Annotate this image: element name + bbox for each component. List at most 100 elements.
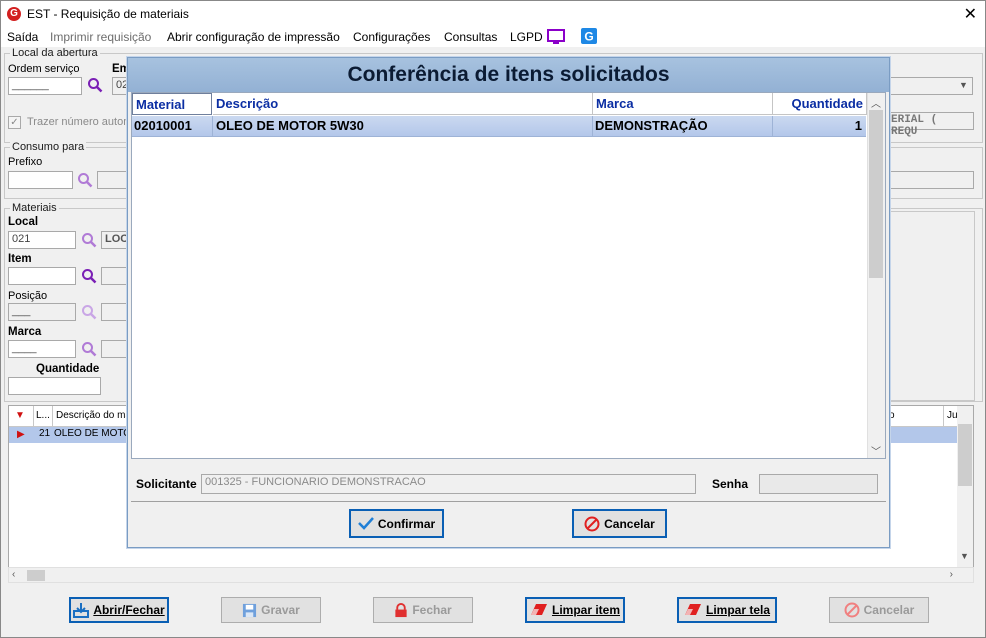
consumo-right-field [887,171,974,189]
sort-arrow-icon[interactable]: ▼ [15,410,25,421]
search-ordem-servico-icon[interactable] [87,77,103,93]
search-prefixo-icon[interactable] [77,172,93,188]
col-material[interactable]: Material [132,93,212,115]
conferencia-dialog: Conferência de itens solicitados Materia… [127,57,890,548]
grid-scrollbar[interactable]: ︿ ﹀ [867,93,885,458]
prefixo-input[interactable] [8,171,73,189]
trazer-numero-checkbox[interactable]: ✓ [8,116,21,129]
search-posicao-icon[interactable] [81,304,97,320]
combo-chevron-down-icon[interactable]: ▼ [959,80,968,90]
grid-col-local[interactable]: L... [33,406,54,426]
svg-text:G: G [584,30,593,44]
solicitante-label: Solicitante [136,477,197,491]
local-abertura-legend: Local da abertura [10,47,100,59]
gravar-label: Gravar [261,603,300,617]
confirmar-label: Confirmar [377,516,436,531]
ordem-servico-input[interactable]: ______ [8,77,82,95]
local-desc-field: LOC [101,231,128,249]
row-local-cell: 21 [39,428,51,439]
dialog-title: Conferência de itens solicitados [128,58,889,92]
monitor-icon[interactable] [547,29,565,45]
menu-imprimir-requisicao[interactable]: Imprimir requisição [50,30,151,44]
prefixo-label: Prefixo [8,156,43,168]
scroll-down-icon[interactable]: ﹀ [871,443,881,458]
item-label: Item [8,253,32,265]
grid-hscrollbar[interactable]: ‹ › [8,567,974,583]
prefixo-desc-field [97,171,127,189]
menu-configuracoes[interactable]: Configurações [353,30,430,44]
close-icon[interactable]: ✕ [964,4,977,24]
trazer-numero-label: Trazer número autom [27,116,133,128]
item-desc-field [101,267,128,285]
marca-input[interactable]: ____ [8,340,76,358]
solicitante-field: 001325 - FUNCIONARIO DEMONSTRACAO [201,474,696,494]
limpar-item-label: Limpar item [551,603,620,617]
cell-material: 02010001 [134,118,192,133]
marca-desc-field [101,340,128,358]
g-app-icon[interactable]: G [581,28,597,44]
cell-quantidade: 1 [854,118,862,133]
cancelar-bottom-button[interactable]: Cancelar [829,597,929,623]
confirmar-button[interactable]: Confirmar [349,509,444,538]
fechar-label: Fechar [412,603,452,617]
row-pointer-icon: ▶ [17,429,25,440]
window-title: EST - Requisição de materiais [27,7,189,21]
posicao-label: Posição [8,290,48,302]
gravar-button[interactable]: Gravar [221,597,321,623]
menu-bar: Saída Imprimir requisição Abrir configur… [1,27,985,47]
download-icon [73,603,90,618]
search-local-icon[interactable] [81,232,97,248]
grid-col-o[interactable]: o [889,406,941,426]
cell-descricao: OLEO DE MOTOR 5W30 [216,118,364,133]
menu-consultas[interactable]: Consultas [444,30,497,44]
quantidade-input[interactable] [8,377,101,395]
cell-marca: DEMONSTRAÇÃO [595,118,708,133]
material-requisicao-field: ERIAL ( REQU [887,112,974,138]
quantidade-label: Quantidade [36,363,100,375]
limpar-tela-button[interactable]: Limpar tela [677,597,777,623]
grid-col-descricao[interactable]: Descrição do ma [52,406,132,426]
senha-label: Senha [712,477,749,491]
posicao-desc-field [101,303,128,321]
search-marca-icon[interactable] [81,341,97,357]
col-marca[interactable]: Marca [593,93,773,115]
eraser-icon [530,604,547,615]
local-input[interactable]: 021 [8,231,76,249]
item-input[interactable] [8,267,76,285]
scroll-thumb[interactable] [869,110,883,278]
limpar-tela-label: Limpar tela [705,603,771,617]
col-descricao[interactable]: Descrição [213,93,593,115]
table-row[interactable]: 02010001 OLEO DE MOTOR 5W30 DEMONSTRAÇÃO… [132,116,866,137]
title-bar: G EST - Requisição de materiais ✕ [1,1,985,27]
abrir-fechar-button[interactable]: Abrir/Fechar [69,597,169,623]
menu-saida[interactable]: Saída [7,30,38,44]
app-logo-icon: G [7,7,21,21]
cancel-icon [584,516,600,531]
marca-label: Marca [8,326,42,338]
limpar-item-button[interactable]: Limpar item [525,597,625,623]
menu-abrir-configuracao-impressao[interactable]: Abrir configuração de impressão [167,30,340,44]
materiais-right-panel [887,211,975,401]
search-item-icon[interactable] [81,268,97,284]
materiais-legend: Materiais [10,202,59,214]
eraser-icon [684,604,701,615]
local-label: Local [8,216,39,228]
fechar-button[interactable]: Fechar [373,597,473,623]
grid-vscrollbar[interactable]: ▼ [957,406,973,580]
abrir-fechar-label: Abrir/Fechar [93,603,165,617]
col-quantidade[interactable]: Quantidade [773,93,867,115]
cancelar-dialog-label: Cancelar [604,516,655,531]
cancelar-dialog-button[interactable]: Cancelar [572,509,667,538]
scroll-up-icon[interactable]: ︿ [871,95,881,110]
consumo-legend: Consumo para [10,141,87,153]
senha-input[interactable] [759,474,878,494]
save-icon [243,603,257,617]
ordem-servico-label: Ordem serviço [8,63,80,75]
menu-lgpd[interactable]: LGPD [510,30,543,44]
conferencia-grid[interactable]: Material Descrição Marca Quantidade 0201… [131,92,886,459]
lock-icon [395,602,407,617]
check-icon [357,517,374,530]
row-descricao-cell: OLEO DE MOTOR [54,428,139,439]
posicao-input[interactable]: ___ [8,303,76,321]
cancel-icon [844,602,860,618]
